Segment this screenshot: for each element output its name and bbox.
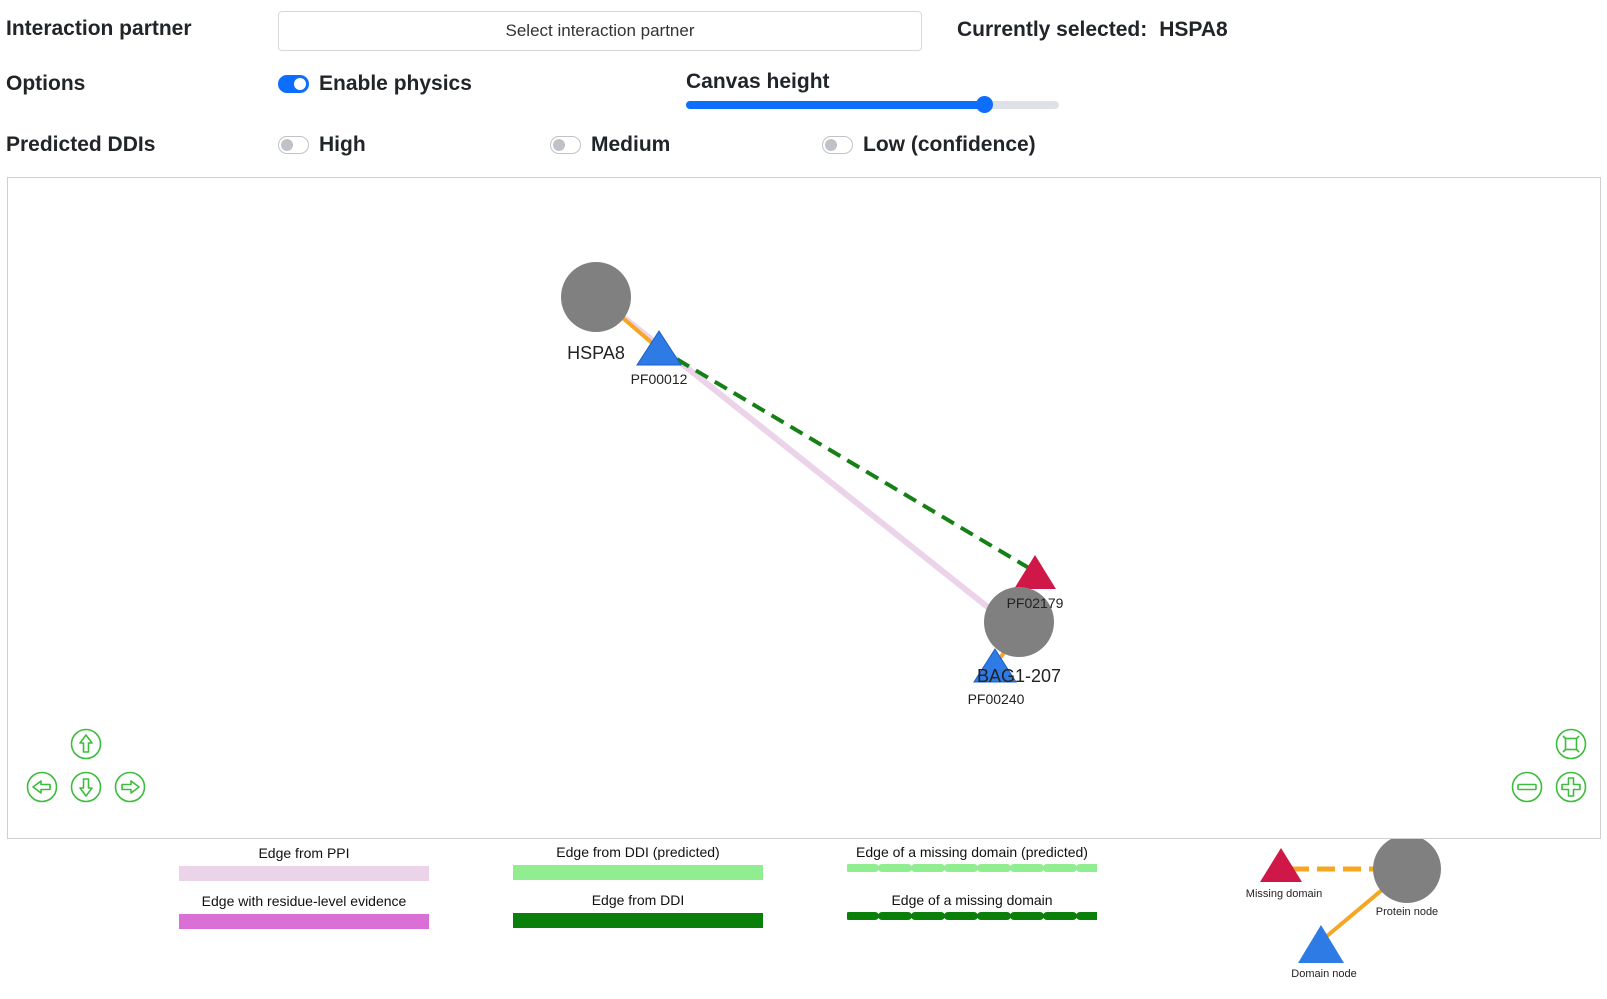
network-graph[interactable]: HSPA8 PF00012 PF02179 BAG1-207 PF00240	[8, 178, 1600, 838]
legend-missing-predicted-label: Edge of a missing domain (predicted)	[856, 844, 1088, 860]
legend-node-diagram: Missing domain Protein node Domain node	[1246, 839, 1441, 980]
protein-label-bag1: BAG1-207	[977, 666, 1061, 686]
legend-ddi-bar	[513, 913, 763, 928]
arrow-up-icon[interactable]	[70, 728, 102, 760]
canvas-height-slider-thumb[interactable]	[976, 96, 994, 113]
ddi-edge-pf00012-pf02179[interactable]	[656, 346, 1036, 573]
fit-icon[interactable]	[1555, 728, 1587, 760]
zoom-in-icon[interactable]	[1555, 771, 1587, 803]
legend-domain-label: Domain node	[1291, 968, 1356, 980]
ddi-low-switch[interactable]: Low (confidence)	[822, 133, 1036, 157]
network-canvas[interactable]: HSPA8 PF00012 PF02179 BAG1-207 PF00240	[7, 177, 1601, 839]
predicted-ddis-label: Predicted DDIs	[6, 133, 156, 156]
legend-ppi-label: Edge from PPI	[258, 845, 350, 861]
currently-selected: Currently selected: HSPA8	[957, 18, 1228, 42]
zoom-out-icon[interactable]	[1511, 771, 1543, 803]
missing-domain-node-pf02179[interactable]	[1014, 555, 1056, 589]
domain-label-pf00012: PF00012	[631, 371, 688, 387]
enable-physics-switch[interactable]: Enable physics	[278, 72, 472, 96]
arrow-down-icon[interactable]	[70, 771, 102, 803]
canvas-height-label: Canvas height	[686, 70, 830, 93]
ddi-high-label: High	[319, 133, 366, 156]
ddi-low-label: Low (confidence)	[863, 133, 1036, 156]
protein-node-hspa8[interactable]	[561, 262, 631, 332]
currently-selected-value: HSPA8	[1159, 18, 1228, 41]
currently-selected-label: Currently selected:	[957, 18, 1148, 41]
legend-missing-domain-label: Missing domain	[1246, 888, 1322, 900]
legend-missing-bar	[847, 912, 1097, 920]
enable-physics-toggle[interactable]	[278, 75, 309, 93]
legend-ddi-label: Edge from DDI	[591, 892, 685, 908]
legend-missing-domain-icon	[1260, 848, 1302, 882]
arrow-left-icon[interactable]	[26, 771, 58, 803]
legend-ppi-bar	[179, 866, 429, 881]
protein-label-hspa8: HSPA8	[567, 343, 625, 363]
canvas-height-slider-fill	[686, 101, 985, 109]
arrow-right-icon[interactable]	[114, 771, 146, 803]
legend-domain-icon	[1298, 925, 1344, 963]
legend-residue-label: Edge with residue-level evidence	[201, 893, 407, 909]
legend-missing-label: Edge of a missing domain	[891, 892, 1053, 908]
select-interaction-partner-button[interactable]: Select interaction partner	[278, 11, 922, 51]
options-label: Options	[6, 72, 86, 95]
ddi-medium-toggle[interactable]	[550, 136, 581, 154]
legend-residue-bar	[179, 914, 429, 929]
canvas-height-slider[interactable]	[686, 96, 1059, 113]
legend-protein-icon	[1373, 839, 1441, 903]
interaction-partner-label: Interaction partner	[6, 17, 192, 40]
ddi-low-toggle[interactable]	[822, 136, 853, 154]
legend-ddi-predicted-bar	[513, 865, 763, 880]
domain-label-pf02179: PF02179	[1007, 595, 1064, 611]
legend-protein-label: Protein node	[1376, 906, 1438, 918]
legend-ddi-predicted-label: Edge from DDI (predicted)	[556, 844, 720, 860]
ddi-medium-switch[interactable]: Medium	[550, 133, 670, 157]
ddi-high-switch[interactable]: High	[278, 133, 366, 157]
legend: Edge from PPI Edge with residue-level ev…	[0, 839, 1607, 999]
legend-missing-predicted-bar	[847, 864, 1097, 872]
ddi-medium-label: Medium	[591, 133, 671, 156]
domain-label-pf00240: PF00240	[968, 691, 1025, 707]
ddi-high-toggle[interactable]	[278, 136, 309, 154]
enable-physics-label: Enable physics	[319, 72, 472, 95]
